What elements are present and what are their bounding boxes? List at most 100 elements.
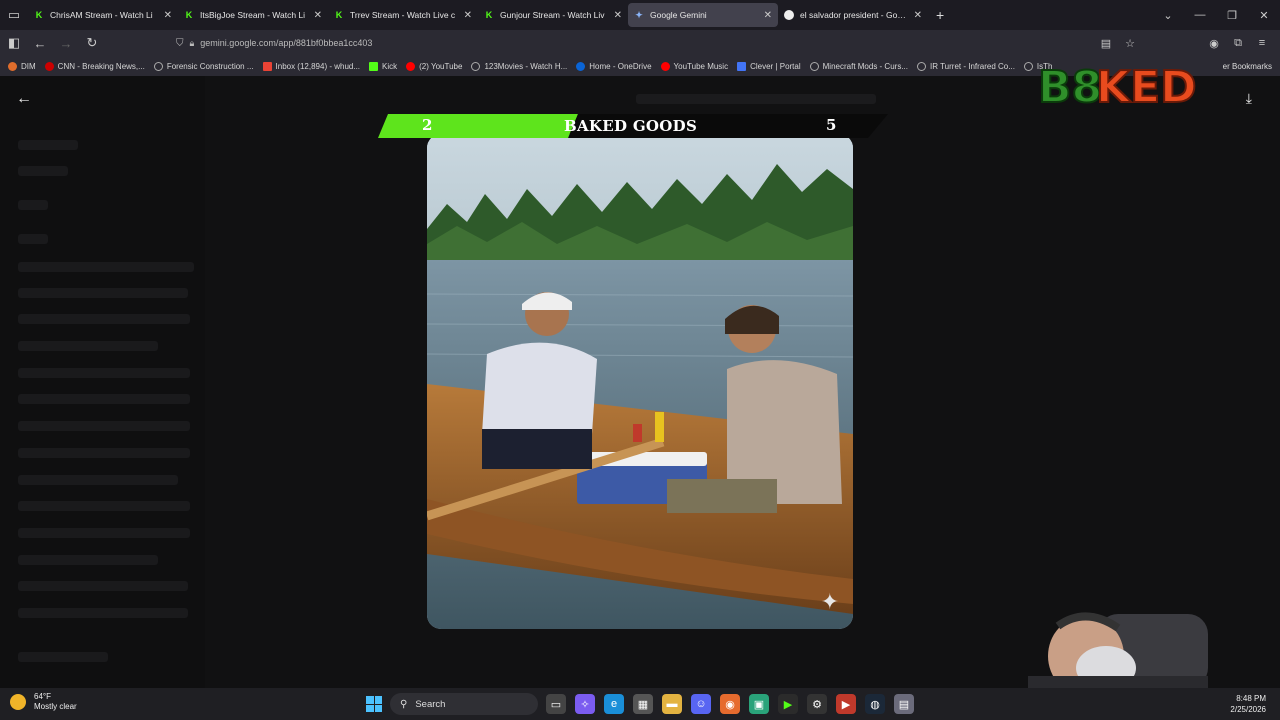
discord-icon[interactable]: ☺ [691, 694, 711, 714]
back-icon[interactable]: ← [28, 36, 52, 51]
store-icon[interactable]: ▦ [633, 694, 653, 714]
sidebar-placeholder-row [18, 501, 190, 511]
tab-overflow-chevron-icon[interactable]: ⌄ [1152, 9, 1184, 22]
tab-el-salvador[interactable]: el salvador president - Google S ✕ [778, 3, 928, 27]
sidebar-placeholder-row [18, 421, 190, 431]
gemini-icon: ✦ [635, 9, 643, 20]
svg-text:KED: KED [1096, 62, 1197, 110]
weather-widget[interactable]: 64°F Mostly clear [10, 692, 77, 712]
bookmark-item[interactable]: (2) YouTube [406, 61, 462, 71]
bookmark-label: Home - OneDrive [589, 61, 652, 71]
bookmark-star-icon[interactable]: ☆ [1118, 37, 1142, 50]
close-icon[interactable]: ✕ [314, 10, 322, 21]
youtube-music-icon [660, 61, 670, 71]
sidebar-placeholder-row [18, 368, 190, 378]
close-icon[interactable]: ✕ [164, 10, 172, 21]
other-bookmarks-label: er Bookmarks [1222, 61, 1272, 71]
sidebar-toggle-icon[interactable]: ◧ [2, 35, 26, 51]
download-icon[interactable]: ⤓ [1246, 90, 1252, 107]
bookmark-item[interactable]: CNN - Breaking News,... [44, 61, 145, 71]
bookmark-item[interactable]: 123Movies - Watch H... [471, 61, 567, 71]
edge-icon[interactable]: e [604, 694, 624, 714]
bookmark-item[interactable]: IR Turret - Infrared Co... [917, 61, 1015, 71]
bookmark-item[interactable]: Home - OneDrive [576, 61, 652, 71]
close-icon[interactable]: ✕ [614, 10, 622, 21]
globe-icon [809, 61, 819, 71]
other-bookmarks[interactable]: er Bookmarks [1223, 56, 1272, 76]
bookmark-item[interactable]: YouTube Music [660, 61, 729, 71]
app-icon[interactable]: ▣ [749, 694, 769, 714]
bookmark-item[interactable]: Forensic Construction ... [153, 61, 254, 71]
system-clock[interactable]: 8:48 PM 2/25/2026 [1230, 693, 1266, 715]
gemini-sidebar-dimmed: ← [0, 76, 205, 688]
minimize-button[interactable]: — [1184, 9, 1216, 21]
tab-title: ItsBigJoe Stream - Watch Li [200, 10, 306, 20]
sidebar-placeholder-row [18, 288, 188, 298]
steam-icon[interactable]: ◍ [865, 694, 885, 714]
browser-tab-bar: ▭ K ChrisAM Stream - Watch Li ✕ K ItsBig… [0, 0, 1280, 30]
file-explorer-icon[interactable]: ▬ [662, 694, 682, 714]
maximize-button[interactable]: ❐ [1216, 9, 1248, 22]
boat-scene-illustration [427, 134, 853, 629]
media-player-icon[interactable]: ▶ [836, 694, 856, 714]
clock-time: 8:48 PM [1236, 694, 1266, 703]
sidebar-placeholder-row [18, 555, 158, 565]
taskbar-search[interactable]: ⚲ Search [390, 693, 538, 715]
close-icon[interactable]: ✕ [914, 10, 922, 21]
bookmark-label: IR Turret - Infrared Co... [930, 61, 1015, 71]
bookmark-item[interactable]: Inbox (12,894) - whud... [262, 61, 361, 71]
copilot-icon[interactable]: ✧ [575, 694, 595, 714]
reload-icon[interactable]: ↻ [80, 35, 104, 51]
close-icon[interactable]: ✕ [764, 10, 772, 21]
bookmark-label: YouTube Music [673, 61, 729, 71]
bookmark-label: DIM [21, 61, 36, 71]
tab-google-gemini[interactable]: ✦ Google Gemini ✕ [628, 3, 778, 27]
new-tab-button[interactable]: + [936, 7, 944, 23]
tab-list-icon[interactable]: ▭ [0, 0, 28, 30]
bookmark-item[interactable]: DIM [8, 61, 36, 71]
account-icon[interactable]: ◉ [1202, 37, 1226, 50]
weather-temp: 64°F [34, 692, 51, 701]
tab-chrisam[interactable]: K ChrisAM Stream - Watch Li ✕ [28, 3, 178, 27]
bookmark-item[interactable]: Clever | Portal [737, 61, 801, 71]
sidebar-placeholder-row [18, 262, 194, 272]
generated-image[interactable]: ✦ [427, 134, 853, 629]
shield-icon[interactable]: ⛉ [176, 38, 184, 49]
reader-view-icon[interactable]: ▤ [1094, 37, 1118, 50]
app-icon[interactable]: ▤ [894, 694, 914, 714]
tab-trrev[interactable]: K Trrev Stream - Watch Live c ✕ [328, 3, 478, 27]
sidebar-placeholder-row [18, 528, 190, 538]
settings-icon[interactable]: ⚙ [807, 694, 827, 714]
bookmark-item[interactable]: Kick [369, 61, 398, 71]
score-left: 2 [422, 116, 433, 134]
scoreboard-title: BAKED GOODS [564, 117, 698, 135]
close-window-button[interactable]: ✕ [1248, 9, 1280, 22]
tab-itsbigjoe[interactable]: K ItsBigJoe Stream - Watch Li ✕ [178, 3, 328, 27]
lock-icon[interactable]: 🔒︎ [190, 38, 195, 49]
bookmark-label: Forensic Construction ... [166, 61, 254, 71]
sidebar-placeholder-row [18, 652, 108, 662]
bookmark-label: Clever | Portal [750, 61, 801, 71]
bookmark-item[interactable]: Minecraft Mods - Curs... [809, 61, 908, 71]
weather-moon-icon [10, 694, 26, 710]
bookmark-label: Inbox (12,894) - whud... [275, 61, 361, 71]
kick-icon: K [35, 10, 43, 20]
tab-gunjour[interactable]: K Gunjour Stream - Watch Liv ✕ [478, 3, 628, 27]
windows-start-icon[interactable] [366, 696, 382, 712]
address-bar[interactable]: ⛉ 🔒︎ gemini.google.com/app/881bf0bbea1cc… [176, 33, 396, 53]
menu-icon[interactable]: ≡ [1250, 37, 1274, 49]
kick-icon[interactable]: ▶ [778, 694, 798, 714]
firefox-icon[interactable]: ◉ [720, 694, 740, 714]
search-icon: ⚲ [400, 698, 408, 710]
tab-title: Google Gemini [650, 10, 707, 20]
kick-icon: K [335, 10, 343, 20]
kick-icon: K [485, 10, 493, 20]
task-view-icon[interactable]: ▭ [546, 694, 566, 714]
close-icon[interactable]: ✕ [464, 10, 472, 21]
back-arrow-icon[interactable]: ← [16, 90, 32, 108]
forward-icon[interactable]: → [54, 36, 78, 51]
bookmark-label: Kick [382, 61, 398, 71]
sidebar-placeholder-row [18, 448, 190, 458]
extensions-icon[interactable]: ⧉ [1226, 37, 1250, 50]
bookmark-label: Minecraft Mods - Curs... [822, 61, 908, 71]
